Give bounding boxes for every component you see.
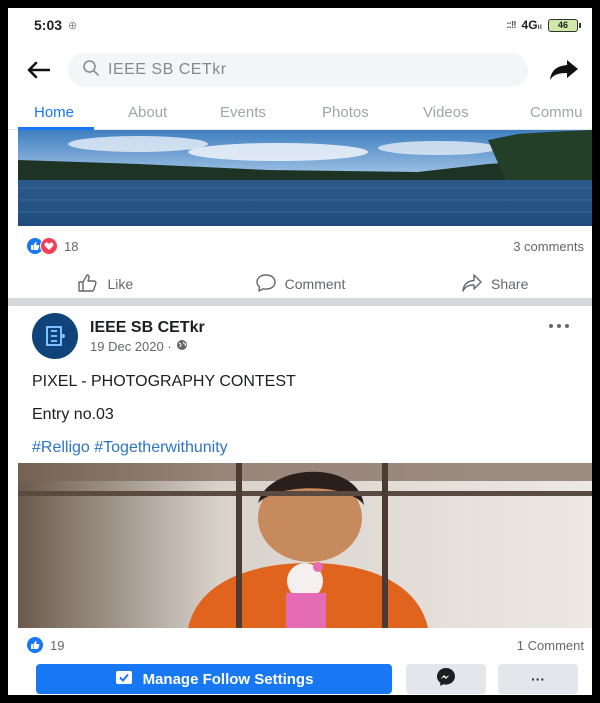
post-date[interactable]: 19 Dec 2020 · [90,339,172,354]
status-bar: 5:03 ⊕ ::!! 4Gıı 46 [8,8,592,42]
post2-comment-count[interactable]: 1 Comment [517,638,584,653]
page-avatar[interactable] [32,313,78,359]
like-button[interactable]: Like [8,273,203,296]
comment-button[interactable]: Comment [203,273,398,296]
comment-bubble-icon [255,273,277,296]
post-divider [8,298,592,306]
follow-action-bar: Manage Follow Settings ··· [8,664,592,695]
post-text-line-2: Entry no.03 [32,406,114,423]
like-reaction-icon [26,636,44,654]
like-label: Like [107,276,134,292]
back-arrow-icon[interactable] [8,61,68,79]
sim-indicator-icon: ⊕ [68,19,78,32]
search-input[interactable]: IEEE SB CETkr [68,53,528,87]
app-screen: 5:03 ⊕ ::!! 4Gıı 46 IEEE SB CETkr Home A… [8,8,592,695]
search-icon [82,59,100,82]
post1-reaction-summary[interactable]: 18 3 comments [8,229,592,263]
manage-follow-settings-button[interactable]: Manage Follow Settings [36,664,392,694]
post1-action-bar: Like Comment Share [8,266,592,302]
share-label: Share [491,276,529,292]
messenger-icon [436,667,456,692]
manage-follow-label: Manage Follow Settings [142,670,314,688]
post-text-line-1: PIXEL - PHOTOGRAPHY CONTEST [32,373,296,390]
more-actions-button[interactable]: ··· [498,664,578,694]
more-options-icon[interactable] [548,316,570,334]
search-header: IEEE SB CETkr [8,46,592,94]
thumbs-up-icon [77,273,99,296]
tab-community[interactable]: Commu [530,104,583,121]
share-button[interactable]: Share [397,273,592,296]
post2-reaction-summary[interactable]: 19 1 Comment [8,628,592,662]
tab-events[interactable]: Events [220,104,266,121]
tab-about[interactable]: About [128,104,167,121]
tab-photos[interactable]: Photos [322,104,369,121]
globe-icon [176,339,188,354]
tab-home[interactable]: Home [34,104,74,121]
post-author-name[interactable]: IEEE SB CETkr [90,319,205,337]
follow-check-icon [115,669,133,689]
post2-header: IEEE SB CETkr 19 Dec 2020 · [32,313,205,359]
love-reaction-icon [40,237,58,255]
more-dots-label: ··· [531,671,545,687]
battery-icon: 46 [548,18,581,32]
search-value: IEEE SB CETkr [108,61,227,78]
post2-reaction-count: 19 [50,637,65,653]
tab-videos[interactable]: Videos [423,104,469,121]
post-photo-lake[interactable] [18,130,592,226]
share-arrow-outline-icon [461,273,483,296]
network-type: 4Gıı [521,18,542,32]
post1-comment-count[interactable]: 3 comments [513,239,584,254]
signal-icon: ::!! [506,19,516,31]
status-time: 5:03 [34,17,63,33]
page-tabs: Home About Events Photos Videos Commu [8,94,592,130]
post1-reaction-count: 18 [64,238,79,254]
post-hashtags[interactable]: #Relligo #Togetherwithunity [32,439,228,457]
post-photo-child[interactable] [18,463,592,628]
share-arrow-icon[interactable] [536,59,592,81]
comment-label: Comment [284,276,346,292]
messenger-button[interactable] [406,664,486,694]
